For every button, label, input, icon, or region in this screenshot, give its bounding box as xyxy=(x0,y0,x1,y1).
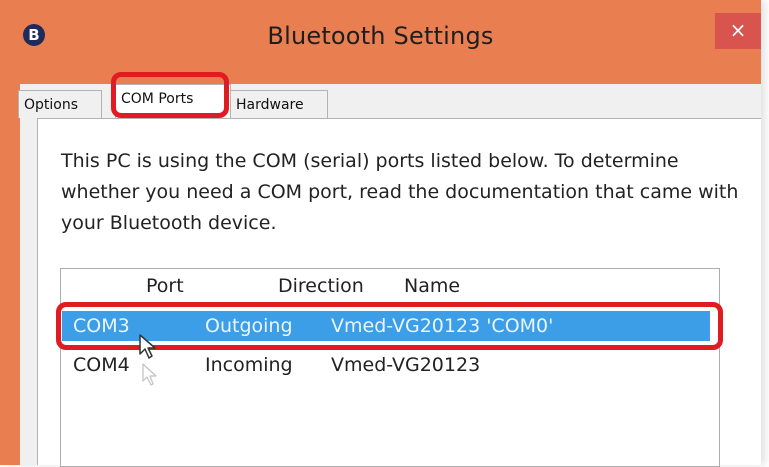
header-name[interactable]: Name xyxy=(404,275,460,297)
bluetooth-settings-window: B Bluetooth Settings × Options COM Ports… xyxy=(0,0,761,467)
mouse-pointer-ghost-icon xyxy=(142,363,157,386)
window-titlebar: B Bluetooth Settings × xyxy=(0,0,761,84)
mouse-pointer-icon xyxy=(139,334,156,359)
header-direction[interactable]: Direction xyxy=(278,275,364,297)
row-name: Vmed-VG20123 xyxy=(331,354,481,376)
ports-description: This PC is using the COM (serial) ports … xyxy=(61,150,739,234)
header-port[interactable]: Port xyxy=(146,275,184,297)
row-port: COM4 xyxy=(73,354,130,376)
tab-hardware[interactable]: Hardware xyxy=(230,90,328,118)
tab-options[interactable]: Options xyxy=(18,90,102,118)
highlight-box-com-ports-tab xyxy=(111,72,229,118)
row-direction: Incoming xyxy=(205,354,293,376)
close-button[interactable]: × xyxy=(715,13,761,49)
window-title: Bluetooth Settings xyxy=(267,22,494,50)
close-icon: × xyxy=(729,18,747,42)
